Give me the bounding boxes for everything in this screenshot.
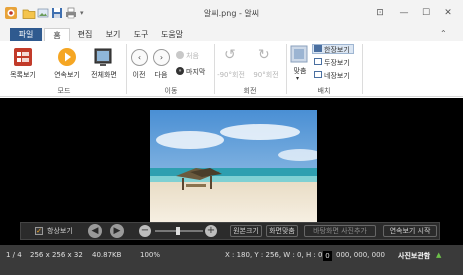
zoom-out-icon[interactable]: − <box>139 225 151 237</box>
fullscreen-label[interactable]: 전체화면 <box>86 70 122 80</box>
next-image-icon[interactable]: ▶ <box>110 224 124 238</box>
group-label-layout: 배치 <box>317 87 331 95</box>
single-view-label[interactable]: 한장보기 <box>324 45 350 55</box>
list-view-label[interactable]: 목록보기 <box>4 70 42 80</box>
maximize-button[interactable]: ☐ <box>418 6 434 20</box>
first-page-label[interactable]: 처음 <box>186 51 199 61</box>
first-page-icon[interactable] <box>176 51 184 59</box>
single-view-icon <box>314 45 322 52</box>
prev-arrow-icon[interactable]: ‹ <box>131 49 148 66</box>
zoom-in-icon[interactable]: + <box>205 225 217 237</box>
zoom-slider-handle[interactable] <box>176 227 180 235</box>
group-label-move: 이동 <box>164 87 178 95</box>
minimize-button[interactable]: — <box>396 6 412 20</box>
double-view-label[interactable]: 두장보기 <box>324 58 350 68</box>
rotate-right-label[interactable]: 90°회전 <box>250 70 282 80</box>
group-label-rotate: 회전 <box>243 87 257 95</box>
tab-edit[interactable]: 편집 <box>72 28 98 41</box>
color-value: 000, 000, 000 <box>336 251 385 259</box>
last-page-label[interactable]: 마지막 <box>186 67 205 77</box>
quad-view-icon <box>314 71 322 78</box>
expand-up-icon[interactable]: ▲ <box>436 251 441 259</box>
color-swatch: 0 <box>323 251 332 261</box>
page-indicator: 1 / 4 <box>6 251 22 259</box>
fit-screen-icon[interactable] <box>290 45 308 63</box>
displayed-image <box>150 110 317 222</box>
status-bar <box>0 245 463 275</box>
tab-help[interactable]: 도움말 <box>156 28 188 41</box>
next-arrow-icon[interactable]: › <box>153 49 170 66</box>
always-view-label[interactable]: 항상보기 <box>47 226 73 236</box>
fullscreen-icon[interactable]: ⊡ <box>372 6 388 20</box>
add-wallpaper-button[interactable]: 바탕화면 사진추가 <box>304 225 376 237</box>
always-view-checkbox[interactable]: ✓ <box>35 227 43 235</box>
zoom-level: 100% <box>140 251 161 259</box>
list-view-icon[interactable] <box>12 46 34 68</box>
fit-label[interactable]: 맞춤 <box>290 66 310 76</box>
slideshow-play-icon[interactable] <box>56 46 78 68</box>
fit-dropdown-icon[interactable]: ▾ <box>296 75 299 82</box>
window-title: 알씨.png - 알씨 <box>203 9 260 18</box>
cursor-coordinates: X : 180, Y : 256, W : 0, H : 0 <box>225 251 323 259</box>
prev-label[interactable]: 이전 <box>128 70 150 80</box>
photo-share-link[interactable]: 사진보관함 <box>398 251 430 261</box>
rotate-right-icon[interactable]: ↻ <box>258 47 270 63</box>
quad-view-label[interactable]: 네장보기 <box>324 71 350 81</box>
rotate-left-label[interactable]: -90°회전 <box>214 70 248 80</box>
double-view-icon <box>314 58 322 65</box>
tab-file[interactable]: 파일 <box>10 28 42 41</box>
file-size: 40.87KB <box>92 251 122 259</box>
next-label[interactable]: 다음 <box>150 70 172 80</box>
prev-image-icon[interactable]: ◀ <box>88 224 102 238</box>
last-page-icon[interactable]: » <box>176 67 184 75</box>
rotate-left-icon[interactable]: ↺ <box>224 47 236 63</box>
close-button[interactable]: ✕ <box>440 6 456 20</box>
start-slideshow-button[interactable]: 연속보기 시작 <box>383 225 437 237</box>
ribbon-collapse-icon[interactable]: ⌃ <box>440 29 447 38</box>
group-label-mode: 모드 <box>57 87 71 95</box>
original-size-button[interactable]: 원본크기 <box>230 225 262 237</box>
tab-tools[interactable]: 도구 <box>128 28 154 41</box>
image-dimensions: 256 x 256 x 32 <box>30 251 83 259</box>
fit-screen-button[interactable]: 화면맞춤 <box>266 225 298 237</box>
group-divider <box>362 44 363 94</box>
group-divider <box>126 44 127 94</box>
fullscreen-mode-icon[interactable] <box>92 46 114 68</box>
tab-home[interactable]: 홈 <box>44 28 70 41</box>
slideshow-label[interactable]: 연속보기 <box>48 70 86 80</box>
tab-view[interactable]: 보기 <box>100 28 126 41</box>
